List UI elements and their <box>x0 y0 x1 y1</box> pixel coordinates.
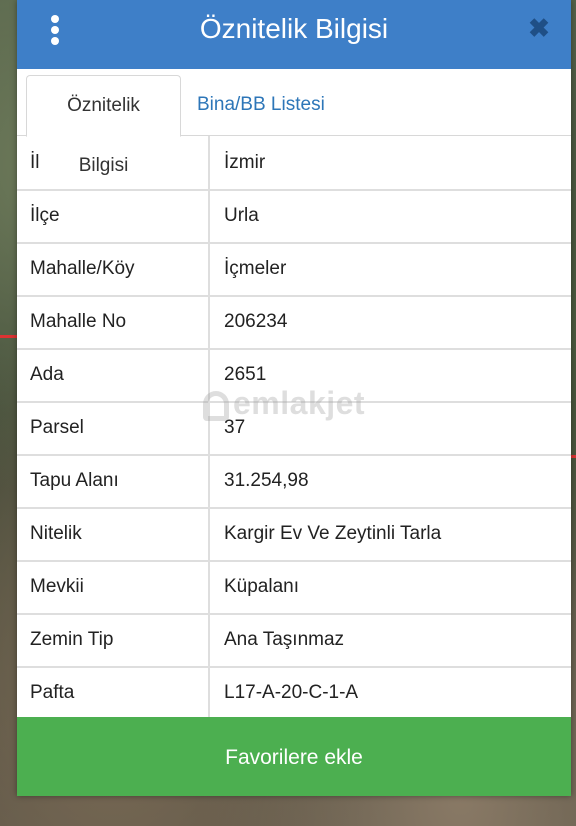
attribute-value: İzmir <box>224 152 266 173</box>
tab-bar: Öznitelik Bilgisi Bina/BB Listesi <box>17 69 571 176</box>
table-row: Tapu Alanı 31.254,98 <box>17 454 571 509</box>
attribute-key: Mevkii <box>17 560 210 613</box>
table-row: Mahalle No 206234 <box>17 295 571 350</box>
add-to-favorites-button[interactable]: Favorilere ekle <box>17 717 571 796</box>
table-row: Mevkii Küpalanı <box>17 560 571 615</box>
watermark-text: emlakjet <box>233 385 366 421</box>
attribute-key: Ada <box>17 348 210 401</box>
attribute-key: Mahalle/Köy <box>17 242 210 295</box>
attribute-key: Tapu Alanı <box>17 454 210 507</box>
modal-title: Öznitelik Bilgisi <box>199 13 389 44</box>
attribute-value: Urla <box>224 205 259 226</box>
watermark-logo: emlakjet <box>203 385 403 435</box>
attribute-key: Nitelik <box>17 507 210 560</box>
attribute-value: 206234 <box>224 311 288 332</box>
attribute-value: Ana Taşınmaz <box>224 629 345 650</box>
house-icon <box>203 390 229 421</box>
tab-attribute-info[interactable]: Öznitelik Bilgisi <box>26 75 181 176</box>
attribute-value: L17-A-20-C-1-A <box>224 682 359 703</box>
close-icon[interactable]: ✖ <box>525 14 553 42</box>
modal-header: Öznitelik Bilgisi ✖ <box>17 0 571 69</box>
table-row: İl İzmir <box>17 136 571 191</box>
attribute-key: Zemin Tip <box>17 613 210 666</box>
attribute-key: Parsel <box>17 401 210 454</box>
tab-building-list[interactable]: Bina/BB Listesi <box>183 75 339 135</box>
table-row: İlçe Urla <box>17 189 571 244</box>
attribute-value: Kargir Ev Ve Zeytinli Tarla <box>224 523 442 544</box>
attribute-key: İlçe <box>17 189 210 242</box>
table-row: Mahalle/Köy İçmeler <box>17 242 571 297</box>
table-row: Zemin Tip Ana Taşınmaz <box>17 613 571 668</box>
attribute-value: İçmeler <box>224 258 287 279</box>
table-row: Pafta L17-A-20-C-1-A <box>17 666 571 717</box>
attribute-key: İl <box>17 136 210 189</box>
table-row: Nitelik Kargir Ev Ve Zeytinli Tarla <box>17 507 571 562</box>
attribute-key: Pafta <box>17 666 210 717</box>
attribute-value: 31.254,98 <box>224 470 309 491</box>
attribute-value: Küpalanı <box>224 576 300 597</box>
attribute-key: Mahalle No <box>17 295 210 348</box>
attribute-info-modal: Öznitelik Bilgisi ✖ Öznitelik Bilgisi Bi… <box>17 0 571 796</box>
